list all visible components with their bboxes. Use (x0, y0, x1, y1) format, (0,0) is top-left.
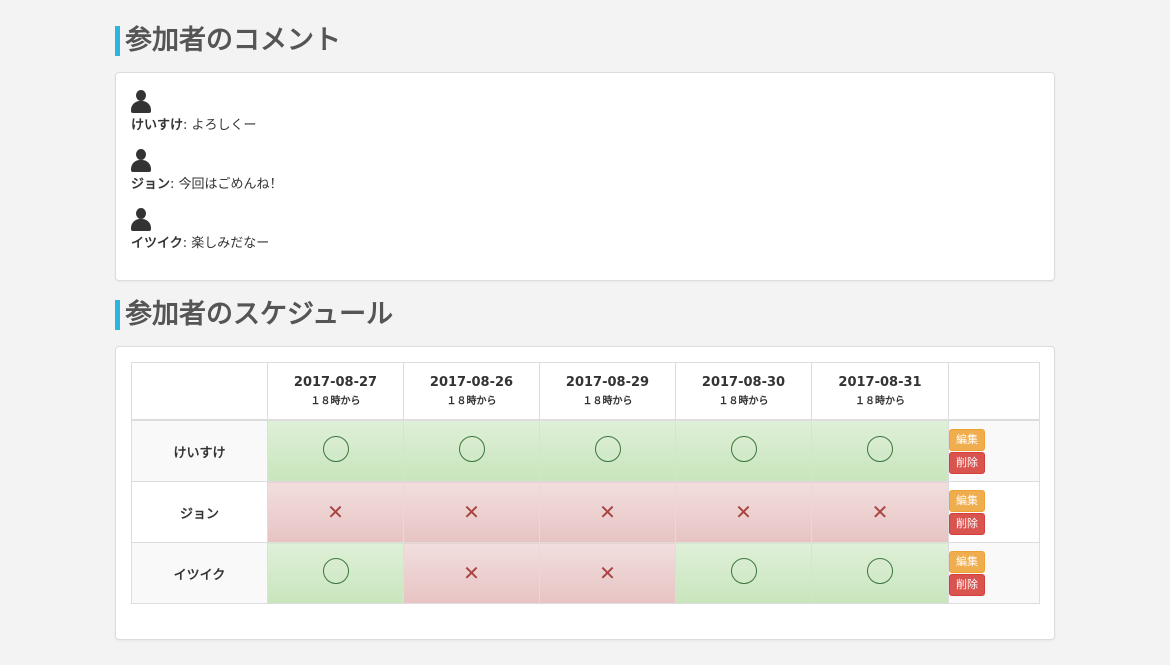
comment-separator: : (183, 118, 192, 133)
time-label: １８時から (582, 395, 633, 407)
date-header: 2017-08-29 １８時から (539, 362, 676, 421)
availability-ok-cell (403, 419, 540, 482)
availability-ng-cell: ✕ (267, 481, 404, 543)
date-header: 2017-08-31 １８時から (811, 362, 949, 421)
cross-ng-icon: ✕ (599, 499, 616, 524)
delete-button[interactable]: 削除 (949, 451, 985, 474)
circle-ok-icon (867, 436, 893, 462)
schedule-heading: 参加者のスケジュール (115, 300, 393, 330)
comment-item: けいすけ: よろしくー (131, 90, 257, 134)
time-label: １８時から (446, 395, 497, 407)
circle-ok-icon (458, 436, 485, 462)
availability-ok-cell (267, 542, 404, 604)
cross-ng-icon: ✕ (871, 499, 889, 524)
edit-button[interactable]: 編集 (949, 428, 985, 451)
date-label: 2017-08-29 (565, 374, 650, 390)
date-label: 2017-08-27 (293, 374, 378, 390)
comment-text: よろしくー (191, 118, 257, 133)
comment-author: けいすけ (131, 118, 184, 133)
schedule-panel: 2017-08-27 １８時から 2017-08-26 １８時から 2017-08-… (115, 346, 1055, 640)
participant-name: イツイク (131, 542, 268, 604)
comment-separator: : (182, 236, 192, 251)
user-icon (131, 208, 151, 232)
circle-ok-icon (322, 436, 349, 462)
availability-ng-cell: ✕ (675, 481, 812, 543)
availability-ok-cell (539, 419, 676, 482)
availability-ng-cell: ✕ (403, 481, 540, 543)
availability-ok-cell (675, 542, 812, 604)
participant-row: イツイク ✕ ✕ 編集 削除 (131, 542, 1040, 604)
participant-name: けいすけ (131, 419, 268, 482)
cross-ng-icon: ✕ (327, 499, 344, 524)
availability-ng-cell: ✕ (403, 542, 540, 604)
edit-button[interactable]: 編集 (949, 489, 985, 512)
time-label: １８時から (310, 395, 361, 407)
time-label: １８時から (718, 395, 769, 407)
comment-item: イツイク: 楽しみだなー (131, 208, 269, 252)
schedule-header-row: 2017-08-27 １８時から 2017-08-26 １８時から 2017-08-… (131, 362, 1040, 421)
edit-button[interactable]: 編集 (949, 550, 985, 573)
date-header: 2017-08-26 １８時から (403, 362, 540, 421)
header-corner-cell (131, 362, 268, 421)
availability-ok-cell (811, 419, 949, 482)
circle-ok-icon (730, 436, 757, 462)
participant-row: ジョン ✕ ✕ ✕ ✕ ✕ 編集 削除 (131, 481, 1040, 543)
schedule-table: 2017-08-27 １８時から 2017-08-26 １８時から 2017-08-… (131, 362, 1040, 604)
time-label: １８時から (855, 395, 905, 407)
availability-ok-cell (267, 419, 404, 482)
availability-ok-cell (675, 419, 812, 482)
availability-ok-cell (811, 542, 949, 604)
availability-ng-cell: ✕ (539, 481, 676, 543)
row-actions: 編集 削除 (948, 419, 1040, 482)
user-icon (131, 90, 151, 114)
availability-ng-cell: ✕ (539, 542, 676, 604)
date-label: 2017-08-31 (838, 374, 922, 390)
row-actions: 編集 削除 (948, 481, 1040, 543)
delete-button[interactable]: 削除 (949, 512, 985, 535)
participant-row: けいすけ 編集 削除 (131, 419, 1040, 482)
row-actions: 編集 削除 (948, 542, 1040, 604)
date-header: 2017-08-27 １８時から (267, 362, 404, 421)
circle-ok-icon (867, 558, 893, 584)
comment-author: ジョン (131, 177, 171, 192)
cross-ng-icon: ✕ (735, 499, 752, 524)
user-icon (131, 149, 151, 173)
circle-ok-icon (730, 558, 757, 584)
cross-ng-icon: ✕ (599, 560, 616, 585)
availability-ng-cell: ✕ (811, 481, 949, 543)
date-header: 2017-08-30 １８時から (675, 362, 812, 421)
date-label: 2017-08-26 (429, 374, 514, 390)
header-actions-cell (948, 362, 1040, 421)
cross-ng-icon: ✕ (463, 560, 480, 585)
cross-ng-icon: ✕ (463, 499, 480, 524)
comments-panel: けいすけ: よろしくー ジョン: 今回はごめんね！ イツイク: 楽しみだなー (115, 72, 1055, 281)
participant-name: ジョン (131, 481, 268, 543)
comment-text: 楽しみだなー (191, 236, 270, 251)
delete-button[interactable]: 削除 (949, 573, 985, 596)
date-label: 2017-08-30 (701, 374, 786, 390)
comment-item: ジョン: 今回はごめんね！ (131, 149, 283, 193)
comment-separator: : (170, 177, 179, 192)
comment-author: イツイク (131, 236, 183, 251)
circle-ok-icon (322, 558, 349, 584)
circle-ok-icon (594, 436, 621, 462)
comments-heading: 参加者のコメント (115, 26, 341, 56)
comment-text: 今回はごめんね！ (178, 177, 283, 192)
